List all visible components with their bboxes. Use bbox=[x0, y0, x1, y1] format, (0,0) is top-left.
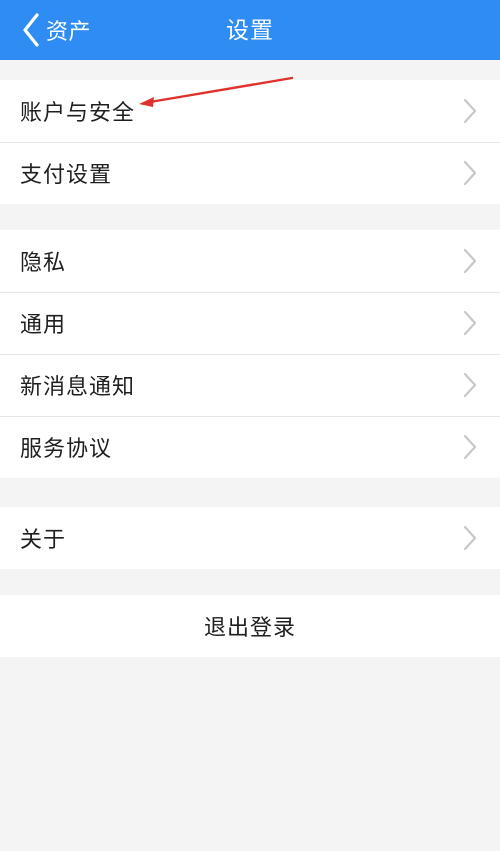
chevron-right-icon bbox=[463, 434, 477, 460]
settings-item-service-agreement[interactable]: 服务协议 bbox=[0, 416, 500, 478]
chevron-right-icon bbox=[463, 372, 477, 398]
logout-button[interactable]: 退出登录 bbox=[0, 595, 500, 657]
settings-item-about[interactable]: 关于 bbox=[0, 507, 500, 569]
settings-item-privacy[interactable]: 隐私 bbox=[0, 230, 500, 292]
page-title: 设置 bbox=[226, 18, 274, 44]
chevron-right-icon bbox=[463, 310, 477, 336]
top-nav-bar: 资产 设置 bbox=[0, 0, 500, 60]
settings-group-general: 隐私 通用 新消息通知 服务协议 bbox=[0, 230, 500, 478]
chevron-right-icon bbox=[463, 160, 477, 186]
settings-item-label: 隐私 bbox=[20, 251, 67, 276]
settings-item-payment[interactable]: 支付设置 bbox=[0, 142, 500, 204]
settings-item-label: 关于 bbox=[20, 528, 67, 553]
chevron-right-icon bbox=[463, 248, 477, 274]
settings-item-general[interactable]: 通用 bbox=[0, 292, 500, 354]
settings-group-about: 关于 bbox=[0, 507, 500, 569]
settings-item-label: 支付设置 bbox=[20, 163, 113, 188]
settings-item-notifications[interactable]: 新消息通知 bbox=[0, 354, 500, 416]
chevron-right-icon bbox=[463, 98, 477, 124]
settings-group-account: 账户与安全 支付设置 bbox=[0, 80, 500, 204]
settings-item-label: 服务协议 bbox=[20, 437, 113, 462]
settings-item-label: 通用 bbox=[20, 313, 67, 338]
settings-item-label: 账户与安全 bbox=[20, 101, 136, 126]
settings-item-account-security[interactable]: 账户与安全 bbox=[0, 80, 500, 142]
settings-item-label: 新消息通知 bbox=[20, 375, 136, 400]
logout-label: 退出登录 bbox=[203, 616, 296, 641]
chevron-right-icon bbox=[463, 525, 477, 551]
